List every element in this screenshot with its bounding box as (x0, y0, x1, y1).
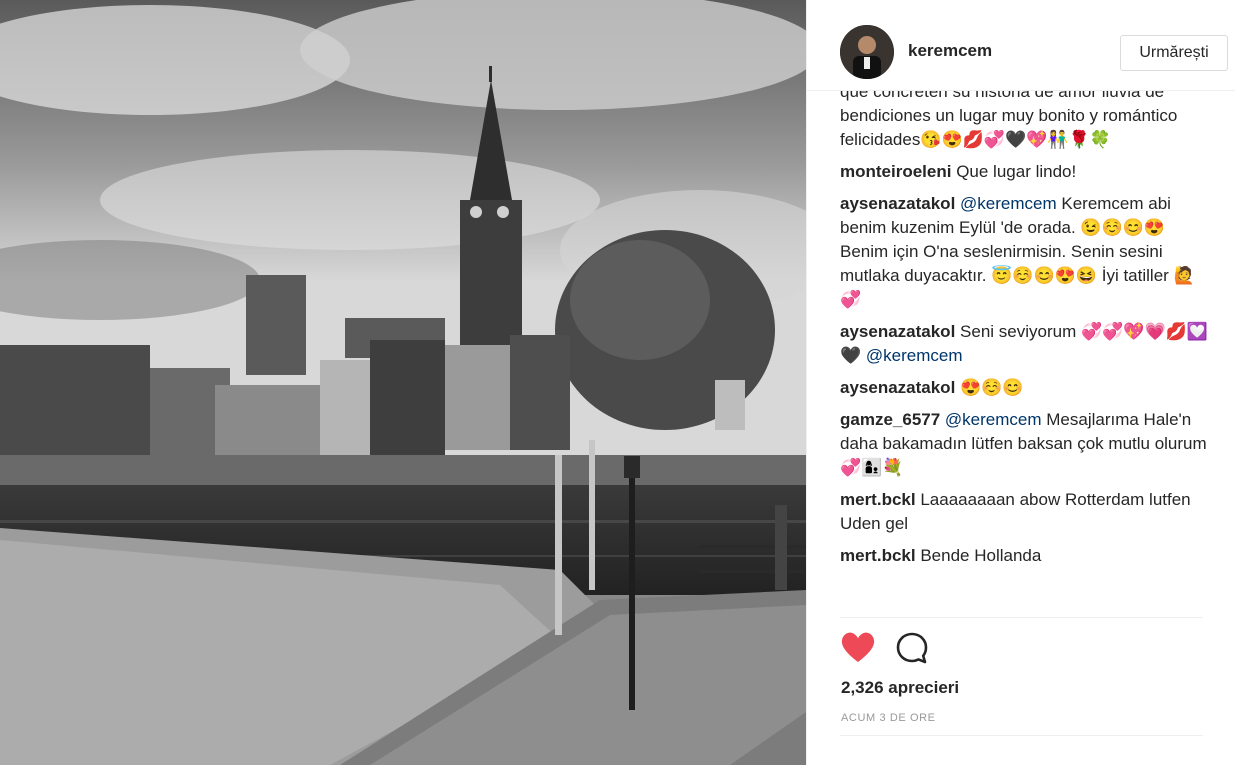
following-button[interactable]: Urmărești (1120, 35, 1228, 71)
comment-username[interactable]: aysenazatakol (840, 322, 955, 341)
comment-text: que concreten su historia de amor lluvia… (840, 91, 1178, 149)
comment-text: Bende Hollanda (920, 546, 1042, 565)
comment-bubble-icon[interactable] (895, 631, 929, 665)
post-photo[interactable] (0, 0, 806, 765)
post-timestamp[interactable]: ACUM 3 DE ORE (841, 712, 936, 724)
comment-item: aysenazatakol Seni seviyorum 💞💞💖💗💋💟🖤 @ke… (840, 320, 1214, 368)
divider (840, 735, 1203, 736)
post-panel: keremcem Urmărești que concreten su hist… (806, 0, 1235, 765)
author-username[interactable]: keremcem (908, 41, 992, 61)
comment-item: gamze_6577 @keremcem Mesajlarıma Hale'n … (840, 408, 1214, 480)
comments-list[interactable]: que concreten su historia de amor lluvia… (840, 91, 1214, 616)
comment-username[interactable]: mert.bckl (840, 546, 916, 565)
comment-item: mert.bckl Laaaaaaaan abow Rotterdam lutf… (840, 488, 1214, 536)
comment-text: 😍☺️😊 (960, 378, 1024, 397)
comment-mention[interactable]: @keremcem (945, 410, 1042, 429)
comment-item: que concreten su historia de amor lluvia… (840, 91, 1214, 152)
post-image (0, 0, 806, 765)
heart-icon[interactable] (840, 630, 876, 666)
avatar-image (840, 25, 894, 79)
comment-item: monteiroeleni Que lugar lindo! (840, 160, 1214, 184)
comment-item: mert.bckl Bende Hollanda (840, 544, 1214, 568)
comment-username[interactable]: aysenazatakol (840, 378, 955, 397)
comment-username[interactable]: mert.bckl (840, 490, 916, 509)
comment-text: Que lugar lindo! (956, 162, 1077, 181)
comment-item: aysenazatakol @keremcem Keremcem abi ben… (840, 192, 1214, 312)
comment-username[interactable]: gamze_6577 (840, 410, 940, 429)
avatar[interactable] (840, 25, 894, 79)
comment-mention[interactable]: @keremcem (866, 346, 963, 365)
post-header: keremcem Urmărești (807, 0, 1235, 91)
likes-count[interactable]: 2,326 aprecieri (841, 678, 959, 698)
comment-username[interactable]: monteiroeleni (840, 162, 951, 181)
divider (840, 617, 1203, 618)
comment-username[interactable]: aysenazatakol (840, 194, 955, 213)
comment-item: aysenazatakol 😍☺️😊 (840, 376, 1214, 400)
comment-mention[interactable]: @keremcem (960, 194, 1057, 213)
